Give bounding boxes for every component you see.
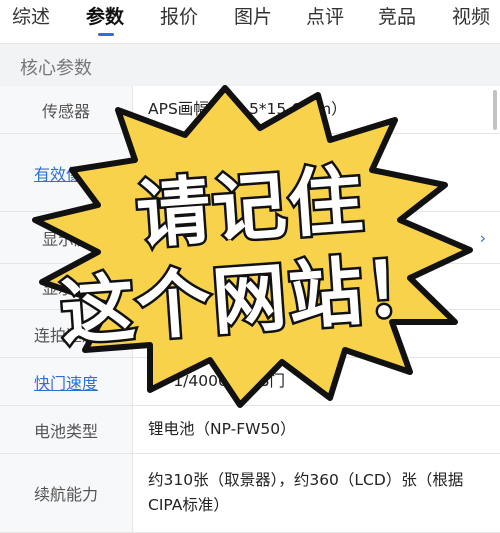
section-header: 核心参数 <box>0 44 500 86</box>
spec-value: 30-1/4000秒，B门 <box>148 372 285 391</box>
tab-competitors[interactable]: 竞品 <box>378 2 416 29</box>
tab-images[interactable]: 图片 <box>234 2 272 29</box>
tab-specs[interactable]: 参数 <box>86 2 124 29</box>
spec-value: APS画幅（23.5*15.6mm） <box>148 100 347 119</box>
spec-label-link[interactable]: 快门速度 <box>0 358 133 405</box>
tab-bar: 综述 参数 报价 图片 点评 竞品 视频 <box>0 0 500 44</box>
scrollbar[interactable] <box>493 90 497 130</box>
spec-label: 电池类型 <box>0 406 133 453</box>
spec-row-sensor: 传感器 APS画幅（23.5*15.6mm） <box>0 86 500 134</box>
tab-price[interactable]: 报价 <box>160 2 198 29</box>
active-tab-indicator <box>98 33 114 36</box>
section-title: 核心参数 <box>20 58 92 79</box>
spec-value: 约310张（取景器），约360（LCD）张（根据CIPA标准） <box>148 471 464 514</box>
tab-overview[interactable]: 综述 <box>12 2 50 29</box>
spec-row-battery: 电池类型 锂电池（NP-FW50） <box>0 406 500 454</box>
spec-row-endurance: 续航能力 约310张（取景器），约360（LCD）张（根据CIPA标准） <box>0 454 500 533</box>
tab-reviews[interactable]: 点评 <box>306 2 344 29</box>
spec-label: 续航能力 <box>0 454 133 532</box>
spec-label: 传感器 <box>0 86 133 133</box>
tab-video[interactable]: 视频 <box>452 2 490 29</box>
spec-value: 锂电池（NP-FW50） <box>148 420 296 439</box>
spec-row-shutter[interactable]: 快门速度 30-1/4000秒，B门 <box>0 358 500 406</box>
